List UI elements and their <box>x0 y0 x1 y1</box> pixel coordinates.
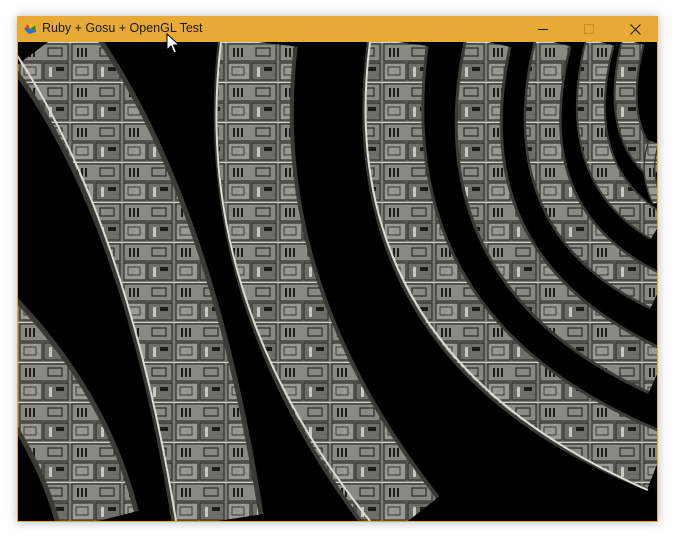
close-button[interactable] <box>612 16 658 42</box>
minimize-button[interactable] <box>520 16 566 42</box>
app-window: Ruby + Gosu + OpenGL Test <box>17 16 658 522</box>
gosu-app-icon <box>23 23 37 35</box>
maximize-icon <box>584 24 594 34</box>
title-bar[interactable]: Ruby + Gosu + OpenGL Test <box>17 16 658 42</box>
close-icon <box>629 23 641 35</box>
minimize-icon <box>538 29 548 30</box>
maximize-button[interactable] <box>566 16 612 42</box>
mouse-cursor-icon <box>166 33 180 54</box>
opengl-viewport[interactable] <box>18 42 657 521</box>
tunnel-scene <box>18 42 657 521</box>
